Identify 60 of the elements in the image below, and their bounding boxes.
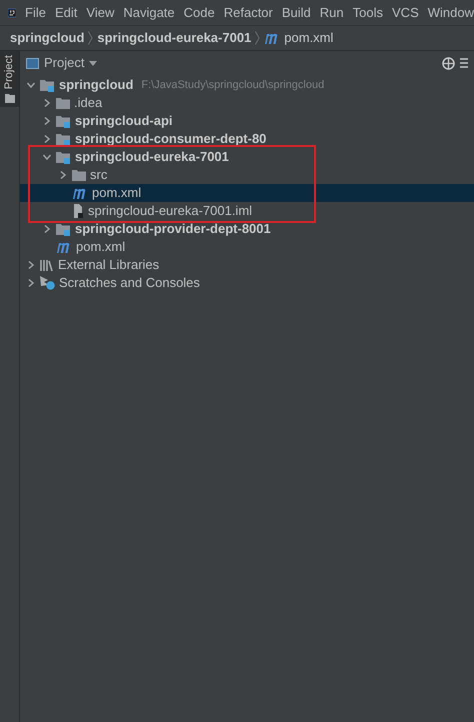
tree-item-label: pom.xml	[92, 184, 142, 202]
separator-icon	[88, 31, 94, 45]
menu-item[interactable]: Edit	[54, 2, 78, 22]
tree-item-label: springcloud-eureka-7001.iml	[88, 202, 252, 220]
settings-icon[interactable]	[460, 57, 468, 69]
menu-item[interactable]: Tools	[352, 2, 384, 22]
tree-row[interactable]: springcloud-eureka-7001.iml	[20, 202, 474, 220]
path-hint: F:\JavaStudy\springcloud\springcloud	[141, 78, 324, 93]
tree-row[interactable]: springcloud F:\JavaStudy\springcloud\springcloud	[20, 76, 474, 94]
tree-row[interactable]: springcloud-api	[20, 112, 474, 130]
tree-item-label: Scratches and Consoles	[59, 274, 200, 292]
tree-item-label: src	[90, 166, 108, 184]
menu-item[interactable]: VCS	[392, 2, 419, 22]
menu-item[interactable]: Run	[320, 2, 344, 22]
tree-row[interactable]: .idea	[20, 94, 474, 112]
tree-item-label: .idea	[74, 94, 102, 112]
module-folder-icon	[56, 222, 71, 236]
module-folder-icon	[40, 78, 55, 92]
libraries-icon	[40, 259, 54, 271]
breadcrumb-item[interactable]: springcloud	[10, 28, 84, 48]
tree-item-label: springcloud-api	[75, 112, 172, 130]
folder-icon	[4, 94, 14, 104]
panel-title[interactable]: Project	[44, 53, 84, 73]
menu-item[interactable]: File	[25, 2, 46, 22]
tree-item-label: External Libraries	[58, 256, 160, 274]
module-folder-icon	[56, 132, 71, 146]
menu-item[interactable]: Refactor	[224, 2, 273, 22]
menu-item[interactable]: Window	[428, 2, 474, 22]
scratches-icon	[40, 276, 55, 290]
folder-icon	[72, 169, 86, 181]
file-icon	[72, 204, 84, 218]
menu-item[interactable]: Navigate	[123, 2, 175, 22]
tree-row[interactable]: pom.xml	[20, 184, 474, 202]
module-folder-icon	[56, 150, 71, 164]
tree-item-label: springcloud-provider-dept-8001	[75, 220, 271, 238]
module-folder-icon	[56, 114, 71, 128]
dropdown-caret-icon[interactable]	[89, 60, 98, 66]
crosshair-icon[interactable]	[442, 56, 455, 70]
tree-row[interactable]: springcloud-eureka-7001	[20, 148, 474, 166]
breadcrumb-item[interactable]: springcloud-eureka-7001	[97, 28, 252, 48]
tree-row[interactable]: pom.xml	[20, 238, 474, 256]
folder-icon	[56, 97, 70, 109]
tree-row[interactable]: springcloud-provider-dept-8001	[20, 220, 474, 238]
tree-row[interactable]: springcloud-consumer-dept-80	[20, 130, 474, 148]
tree-row[interactable]: Scratches and Consoles	[20, 274, 474, 292]
maven-icon	[72, 188, 88, 198]
tree-row[interactable]: src	[20, 166, 474, 184]
tree-item-label: springcloud-consumer-dept-80	[75, 130, 266, 148]
project-tab[interactable]: Project	[0, 51, 19, 108]
tree-row[interactable]: External Libraries	[20, 256, 474, 274]
menu-item[interactable]: Build	[282, 2, 311, 22]
menu-item[interactable]: Code	[184, 2, 215, 22]
menu-item[interactable]: View	[86, 2, 114, 22]
maven-icon	[56, 242, 72, 252]
panel-icon	[26, 58, 39, 68]
tree-item-label: springcloud	[59, 76, 134, 94]
breadcrumb-item[interactable]: pom.xml	[284, 28, 334, 48]
tree-item-label: pom.xml	[76, 238, 126, 256]
tree-item-label: springcloud-eureka-7001	[75, 148, 229, 166]
separator-icon	[255, 31, 260, 45]
